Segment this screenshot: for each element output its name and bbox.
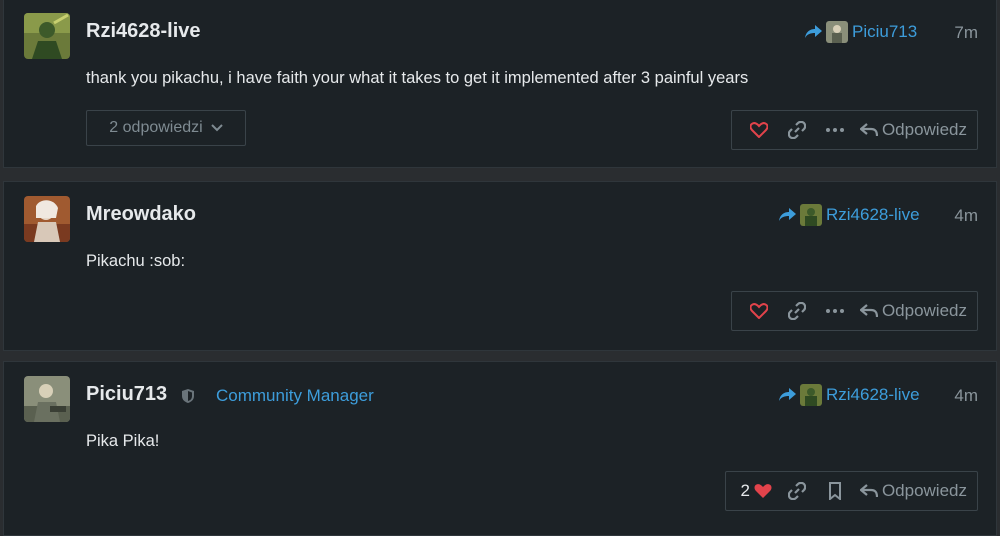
reply-button[interactable]: Odpowiedz <box>854 481 967 501</box>
copy-link-button[interactable] <box>778 472 816 510</box>
post-body: Pika Pika! <box>86 432 160 450</box>
post-time[interactable]: 4m <box>954 386 978 406</box>
link-icon <box>787 121 806 139</box>
heart-icon <box>749 122 768 138</box>
more-button[interactable] <box>816 111 854 149</box>
username[interactable]: Piciu713 <box>86 383 167 406</box>
post-actions: 2 Odpowiedz <box>725 471 978 511</box>
reply-to-username: Piciu713 <box>852 22 918 41</box>
like-count: 2 <box>740 481 750 500</box>
more-icon <box>825 309 844 313</box>
post: Mreowdako Rzi4628-live 4m Pikachu :sob: … <box>3 181 997 351</box>
username[interactable]: Mreowdako <box>86 203 196 226</box>
user-title: Community Manager <box>216 386 374 405</box>
replies-label: 2 odpowiedzi <box>109 119 203 136</box>
reply-label: Odpowiedz <box>881 301 967 320</box>
avatar <box>800 204 822 226</box>
reply-icon <box>859 304 878 318</box>
bookmark-button[interactable] <box>816 472 854 510</box>
like-button[interactable]: 2 <box>734 472 777 510</box>
post-time[interactable]: 4m <box>954 206 978 226</box>
reply-to-link[interactable]: Rzi4628-live <box>778 384 920 406</box>
avatar[interactable] <box>24 196 70 242</box>
reply-arrow-icon <box>779 388 796 401</box>
avatar <box>800 384 822 406</box>
like-button[interactable] <box>740 111 778 149</box>
post-actions: Odpowiedz <box>730 110 978 150</box>
shield-icon <box>182 389 194 403</box>
reply-arrow-icon <box>805 25 822 38</box>
like-button[interactable] <box>740 292 778 330</box>
post: Rzi4628-live Piciu713 7m thank you pikac… <box>3 0 997 168</box>
post-body: thank you pikachu, i have faith your wha… <box>86 69 749 87</box>
post-body: Pikachu :sob: <box>86 252 186 270</box>
avatar[interactable] <box>24 13 70 59</box>
link-icon <box>787 482 806 500</box>
reply-to-link[interactable]: Piciu713 <box>804 21 917 43</box>
link-icon <box>787 302 806 320</box>
reply-to-username: Rzi4628-live <box>826 385 920 404</box>
copy-link-button[interactable] <box>778 111 816 149</box>
reply-button[interactable]: Odpowiedz <box>854 301 967 321</box>
reply-label: Odpowiedz <box>881 120 967 139</box>
heart-icon <box>749 303 768 319</box>
reply-to-link[interactable]: Rzi4628-live <box>778 204 920 226</box>
heart-icon <box>754 484 772 498</box>
bookmark-icon <box>828 482 841 500</box>
more-icon <box>825 128 844 132</box>
show-replies-button[interactable]: 2 odpowiedzi <box>86 110 246 146</box>
reply-button[interactable]: Odpowiedz <box>854 120 967 140</box>
reply-icon <box>859 484 878 498</box>
username[interactable]: Rzi4628-live <box>86 20 201 43</box>
more-button[interactable] <box>816 292 854 330</box>
post: Piciu713 Community Manager Rzi4628-live … <box>3 361 997 536</box>
reply-arrow-icon <box>779 208 796 221</box>
copy-link-button[interactable] <box>778 292 816 330</box>
post-time[interactable]: 7m <box>954 23 978 43</box>
avatar[interactable] <box>24 376 70 422</box>
reply-to-username: Rzi4628-live <box>826 205 920 224</box>
post-actions: Odpowiedz <box>730 291 978 331</box>
reply-label: Odpowiedz <box>881 481 967 500</box>
avatar <box>826 21 848 43</box>
chevron-down-icon <box>210 124 223 132</box>
reply-icon <box>859 123 878 137</box>
